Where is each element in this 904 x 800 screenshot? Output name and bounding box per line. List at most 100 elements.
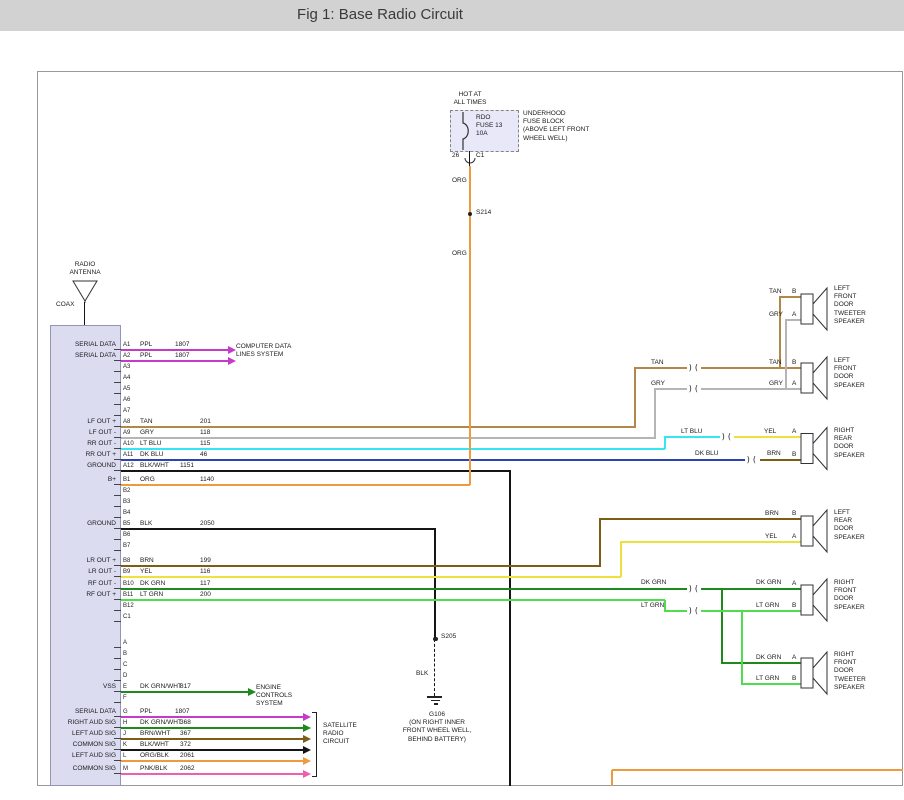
wire-color-label: ORG <box>452 177 467 185</box>
g106-ground-annotation: G106 (ON RIGHT INNER FRONT WHEEL WELL, B… <box>389 711 485 744</box>
pin-id-label: C <box>123 661 127 669</box>
pin-id-label: B12 <box>123 602 134 610</box>
circuit-number-label: 1807 <box>175 708 189 716</box>
pin-signal-label: RF OUT + <box>48 591 116 599</box>
wire-b9-lr-minus <box>620 541 801 543</box>
wire-arrow-icon <box>248 688 256 696</box>
satellite-bracket <box>312 712 317 713</box>
circuit-number-label: 117 <box>200 580 210 588</box>
speaker-name: RIGHT REAR DOOR SPEAKER <box>834 427 865 460</box>
pin-id-label: A9 <box>123 429 130 437</box>
pin-tick <box>114 517 121 518</box>
wire-h-right-aud <box>121 727 303 729</box>
pin-signal-label: GROUND <box>48 462 116 470</box>
wire-a10-rr-minus <box>664 437 666 449</box>
wire-j-left-aud <box>121 738 303 740</box>
pin-id-label: B5 <box>123 520 130 528</box>
speaker-icon <box>800 284 830 334</box>
wire-l-left-aud <box>121 760 303 762</box>
pin-id-label: H <box>123 719 127 727</box>
circuit-number-label: 118 <box>200 429 210 437</box>
wire-color-label: GRY <box>769 311 783 319</box>
speaker-name: RIGHT FRONT DOOR SPEAKER <box>834 579 865 612</box>
figure-title-bar: Fig 1: Base Radio Circuit <box>0 0 904 31</box>
wire-color-label: DK BLU <box>695 450 718 458</box>
pin-id-label: A3 <box>123 363 130 371</box>
pin-id-label: E <box>123 683 127 691</box>
ground-symbol-icon <box>434 703 438 705</box>
circuit-number-label: 1151 <box>180 462 194 470</box>
pin-id-label: B <box>123 650 127 658</box>
wire-color-label: TAN <box>651 359 664 367</box>
wire-color-label: DK GRN/WHT <box>140 719 182 727</box>
wire-a8-lf-plus <box>779 296 801 298</box>
pin-id-label: A5 <box>123 385 130 393</box>
wire-a8-lf-plus <box>634 367 801 369</box>
wire-b10-rf-minus <box>721 589 723 663</box>
wire-color-label: BRN <box>765 510 779 518</box>
wire-color-label: GRY <box>651 380 665 388</box>
pin-signal-label: LEFT AUD SIG <box>48 752 116 760</box>
pin-tick <box>114 621 121 622</box>
wire-b10-rf-minus <box>721 662 801 664</box>
coax-label: COAX <box>56 301 74 309</box>
speaker-pin-label: A <box>792 428 796 436</box>
wire-g-serial <box>121 716 303 718</box>
pin-signal-label: VSS <box>48 683 116 691</box>
pin-id-label: B8 <box>123 557 130 565</box>
pin-id-label: J <box>123 730 126 738</box>
wire-a12-ground <box>121 470 511 472</box>
pin-id-label: A10 <box>123 440 134 448</box>
wire-arrow-icon <box>303 770 311 778</box>
pin-signal-label: LEFT AUD SIG <box>48 730 116 738</box>
speaker-name: LEFT FRONT DOOR TWEETER SPEAKER <box>834 285 866 326</box>
wire-color-label: ORG <box>452 250 467 258</box>
satellite-bracket <box>312 776 317 777</box>
wire-b9-lr-minus <box>121 576 621 578</box>
pin-signal-label: LR OUT + <box>48 557 116 565</box>
inline-connector-icon: )( <box>745 455 759 464</box>
wire-color-label: BLK/WHT <box>140 462 169 470</box>
wire-color-label: BRN/WHT <box>140 730 170 738</box>
computer-data-lines-annotation: COMPUTER DATA LINES SYSTEM <box>236 343 291 359</box>
speaker-pin-label: B <box>792 675 796 683</box>
pin-tick <box>114 371 121 372</box>
speaker-pin-label: A <box>792 380 796 388</box>
underhood-fuse-block-label: UNDERHOOD FUSE BLOCK (ABOVE LEFT FRONT W… <box>523 110 589 143</box>
circuit-number-label: 201 <box>200 418 211 426</box>
radio-antenna-label: RADIO ANTENNA <box>62 261 108 277</box>
pin-tick <box>114 680 121 681</box>
pin-id-label: C1 <box>123 613 131 621</box>
inline-connector-icon: )( <box>687 584 701 593</box>
speaker-icon <box>800 508 830 554</box>
splice-dot <box>433 637 438 642</box>
wire-color-label: ORG/BLK <box>140 752 169 760</box>
wire-e-vss <box>121 691 248 693</box>
wire-b8-lr-plus <box>121 565 601 567</box>
wire-color-label: LT BLU <box>140 440 161 448</box>
pin-signal-label: B+ <box>48 476 116 484</box>
speaker-icon <box>800 578 830 622</box>
circuit-number-label: 1807 <box>175 341 189 349</box>
pin-tick <box>114 415 121 416</box>
satellite-radio-annotation: SATELLITE RADIO CIRCUIT <box>323 722 357 747</box>
wire-b1-batt <box>121 484 470 486</box>
wire-color-label: BLK/WHT <box>140 741 169 749</box>
speaker-pin-label: A <box>792 654 796 662</box>
pin-id-label: A1 <box>123 341 130 349</box>
pin-signal-label: RR OUT - <box>48 440 116 448</box>
wire-color-label: PPL <box>140 341 152 349</box>
wire-color-label: GRY <box>140 429 154 437</box>
pin-tick <box>114 550 121 551</box>
pin-tick <box>114 382 121 383</box>
wire-arrow-icon <box>303 735 311 743</box>
pin-signal-label: SERIAL DATA <box>48 708 116 716</box>
circuit-number-label: 199 <box>200 557 211 565</box>
wire-a9-lf-minus <box>785 320 787 389</box>
pin-tick <box>114 495 121 496</box>
wire-color-label: YEL <box>140 568 152 576</box>
pin-signal-label: COMMON SIG <box>48 765 116 773</box>
wire-color-label: PPL <box>140 708 152 716</box>
pin-tick <box>114 404 121 405</box>
wire-a2-serial <box>121 360 228 362</box>
